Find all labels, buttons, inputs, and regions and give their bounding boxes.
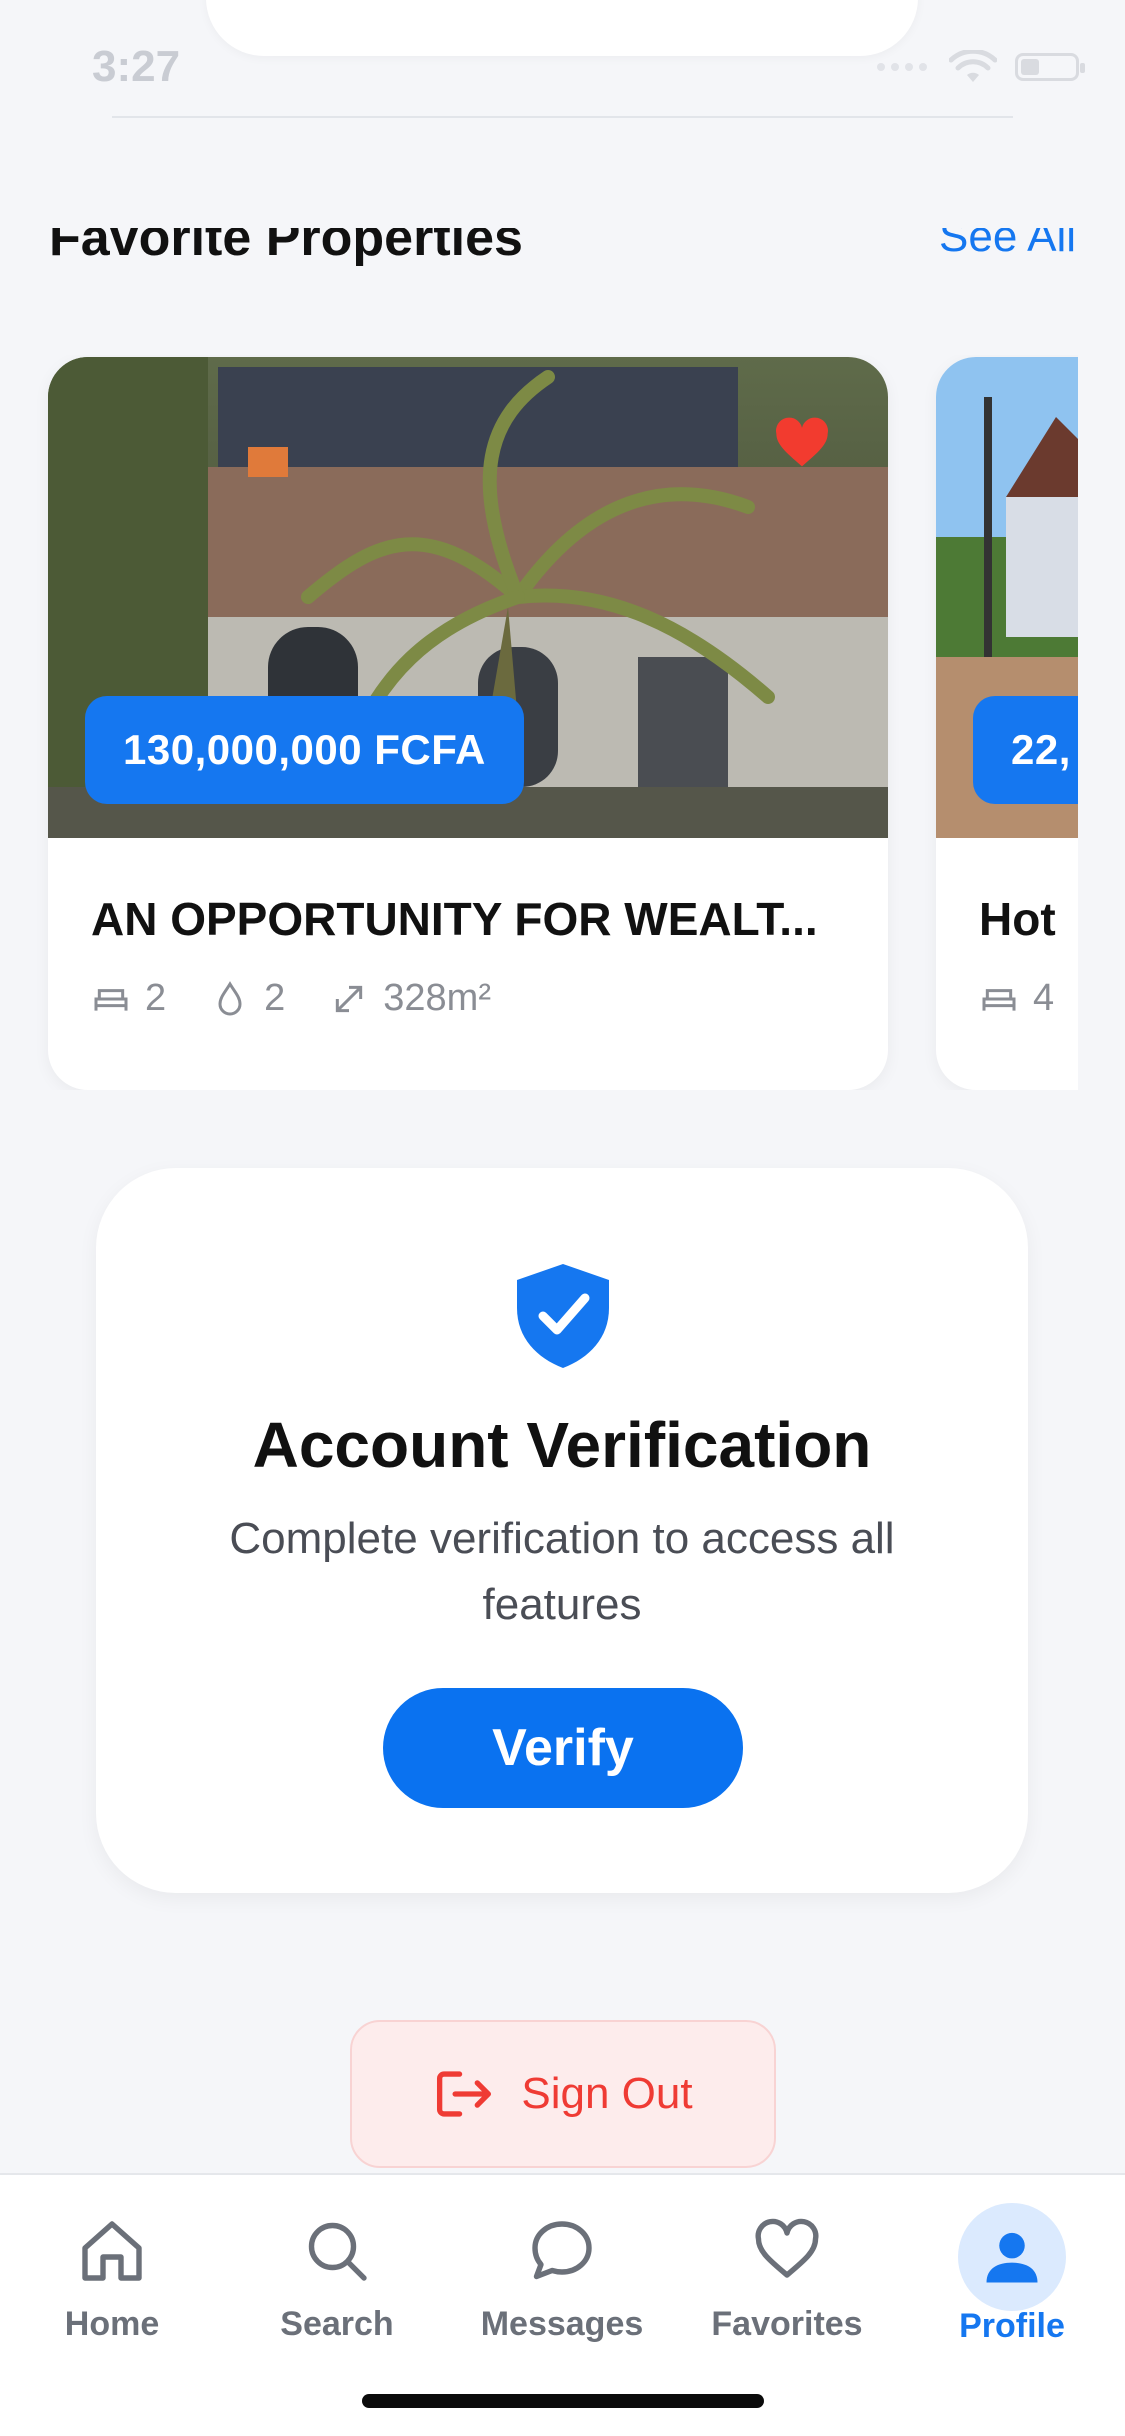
section-title: Favorite Properties	[49, 228, 523, 267]
bathrooms-spec: 2	[210, 977, 285, 1020]
wifi-icon	[949, 50, 997, 82]
tab-label: Home	[64, 2305, 160, 2343]
bed-icon	[982, 988, 1016, 1011]
area-spec: 328m²	[329, 977, 491, 1020]
bedrooms-spec: 4	[979, 977, 1054, 1020]
property-title: Hot	[979, 893, 1056, 945]
account-verification-card: Account Verification Complete verificati…	[96, 1168, 1028, 1893]
tab-label: Messages	[480, 2305, 644, 2343]
search-icon	[308, 2222, 367, 2281]
tab-messages[interactable]: Messages	[462, 2215, 662, 2344]
water-drop-icon	[218, 980, 242, 1015]
tab-search[interactable]: Search	[237, 2215, 437, 2344]
tab-label: Search	[280, 2305, 394, 2343]
chat-bubble-icon	[532, 2221, 592, 2280]
status-icons	[875, 50, 1085, 84]
active-tab-highlight	[958, 2203, 1066, 2311]
signal-icon	[877, 63, 927, 71]
top-sheet	[206, 0, 918, 56]
favorites-section-header: Favorite Properties See All	[0, 228, 1125, 292]
favorites-carousel[interactable]: 130,000,000 FCFA AN OPPORTUNITY FOR WEAL…	[0, 355, 1078, 1090]
property-photo: 22,	[936, 357, 1078, 838]
shield-check-icon	[517, 1264, 609, 1368]
profile-screen: 3:27 Favorite Properties See All 130,000…	[0, 0, 1125, 2436]
area-value: 328m²	[383, 977, 491, 1019]
sign-out-label: Sign Out	[521, 2069, 693, 2118]
property-photo: 130,000,000 FCFA	[48, 357, 888, 838]
tab-favorites[interactable]: Favorites	[687, 2215, 887, 2344]
tab-profile[interactable]: Profile	[912, 2203, 1112, 2346]
property-specs: 2 2 328m²	[91, 977, 491, 1020]
verification-title: Account Verification	[252, 1409, 872, 1481]
see-all-link[interactable]: See All	[939, 228, 1076, 262]
home-indicator	[362, 2394, 764, 2408]
property-title: AN OPPORTUNITY FOR WEALT...	[91, 893, 818, 945]
header-divider	[112, 116, 1013, 118]
battery-icon	[1015, 53, 1085, 81]
price-tag: 130,000,000 FCFA	[85, 696, 524, 804]
home-icon	[82, 2221, 142, 2281]
sign-out-button[interactable]: Sign Out	[350, 2020, 776, 2168]
property-card[interactable]: 22, Hot 4	[936, 357, 1078, 1090]
bedrooms-count: 4	[1033, 977, 1055, 1019]
property-specs: 4	[979, 977, 1054, 1020]
tab-home[interactable]: Home	[12, 2215, 212, 2344]
verify-button[interactable]: Verify	[383, 1688, 743, 1808]
bed-icon	[94, 988, 128, 1011]
property-card[interactable]: 130,000,000 FCFA AN OPPORTUNITY FOR WEAL…	[48, 357, 888, 1090]
bedrooms-count: 2	[145, 977, 167, 1019]
price-tag: 22,	[973, 696, 1078, 804]
bedrooms-spec: 2	[91, 977, 166, 1020]
status-time: 3:27	[92, 42, 181, 91]
logout-icon	[437, 2071, 492, 2117]
verification-subtitle: Complete verification to access all feat…	[229, 1514, 895, 1629]
expand-arrows-icon	[336, 985, 363, 1012]
user-icon	[986, 2232, 1038, 2283]
heart-icon	[755, 2218, 819, 2278]
tab-label: Favorites	[711, 2305, 863, 2343]
favorite-heart-icon[interactable]	[774, 417, 830, 469]
tab-label: Profile	[959, 2307, 1065, 2345]
bathrooms-count: 2	[264, 977, 286, 1019]
